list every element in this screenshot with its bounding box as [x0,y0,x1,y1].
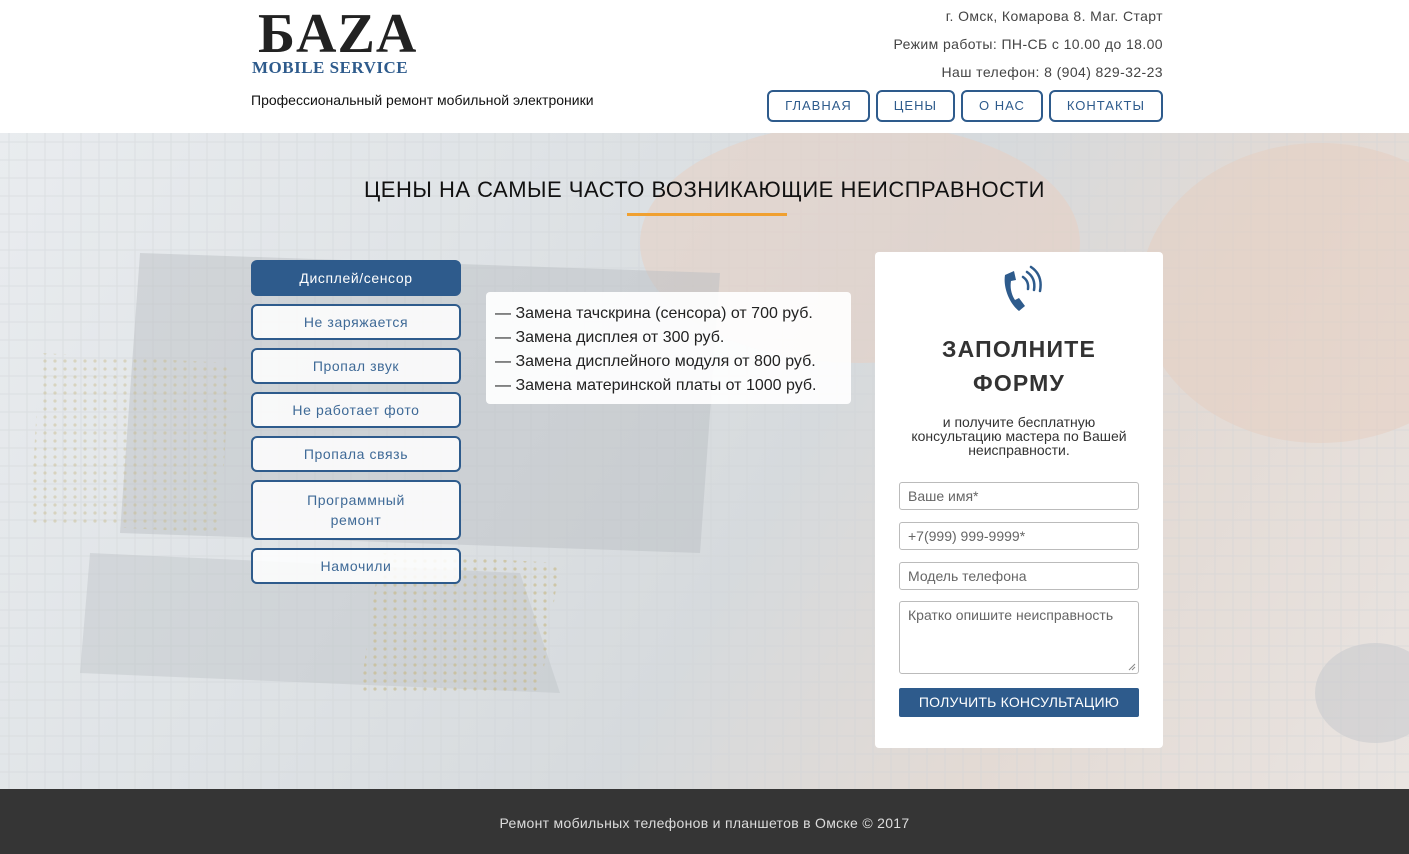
tab-not-charging[interactable]: Не заряжается [251,304,461,340]
consultation-form: ЗАПОЛНИТЕ ФОРМУ и получите бесплатную ко… [875,252,1163,748]
site-footer: Ремонт мобильных телефонов и планшетов в… [0,789,1409,854]
price-item: — Замена тачскрина (сенсора) от 700 руб. [495,305,813,322]
price-item: — Замена материнской платы от 1000 руб. [495,377,817,394]
phone-text: Наш телефон: 8 (904) 829-32-23 [941,64,1163,80]
price-list: — Замена тачскрина (сенсора) от 700 руб.… [486,292,851,404]
footer-copyright: Ремонт мобильных телефонов и планшетов в… [499,815,910,831]
nav-home-button[interactable]: ГЛАВНАЯ [767,90,870,122]
model-input[interactable]: Модель телефона [899,562,1139,590]
tab-camera[interactable]: Не работает фото [251,392,461,428]
resize-grip-icon[interactable] [1128,663,1136,671]
tab-software-repair[interactable]: Программный ремонт [251,480,461,540]
tab-water-damage[interactable]: Намочили [251,548,461,584]
main-nav: ГЛАВНАЯ ЦЕНЫ О НАС КОНТАКТЫ [767,90,1163,122]
form-title: ЗАПОЛНИТЕ ФОРМУ [875,332,1163,400]
phone-ringing-icon [1004,265,1042,311]
address-text: г. Омск, Комарова 8. Маг. Старт [945,8,1163,24]
logo-wordmark: БAZA [258,3,418,65]
fault-tabs: Дисплей/сенсор Не заряжается Пропал звук… [251,260,461,592]
nav-prices-button[interactable]: ЦЕНЫ [875,90,955,122]
title-underline [627,213,787,216]
nav-contacts-button[interactable]: КОНТАКТЫ [1048,90,1163,122]
tab-display-sensor[interactable]: Дисплей/сенсор [251,260,461,296]
phone-input[interactable]: +7(999) 999-9999* [899,522,1139,550]
contact-info: г. Омск, Комарова 8. Маг. Старт Режим ра… [894,7,1164,91]
form-title-line2: ФОРМУ [972,370,1066,396]
tagline: Профессиональный ремонт мобильной электр… [251,92,594,108]
tab-no-sound[interactable]: Пропал звук [251,348,461,384]
price-item: — Замена дисплея от 300 руб. [495,329,725,346]
tab-no-signal[interactable]: Пропала связь [251,436,461,472]
price-item: — Замена дисплейного модуля от 800 руб. [495,353,816,370]
prices-section: ЦЕНЫ НА САМЫЕ ЧАСТО ВОЗНИКАЮЩИЕ НЕИСПРАВ… [0,133,1409,789]
name-input[interactable]: Ваше имя* [899,482,1139,510]
form-subtitle: и получите бесплатную консультацию масте… [911,414,1127,458]
issue-placeholder: Кратко опишите неисправность [908,607,1114,623]
logo[interactable]: БAZA MOBILE SERVICE [252,3,436,78]
nav-about-button[interactable]: О НАС [960,90,1043,122]
site-header: БAZA MOBILE SERVICE Профессиональный рем… [0,0,1409,133]
circuit-board-background [0,133,1409,789]
hours-text: Режим работы: ПН-СБ с 10.00 до 18.00 [893,36,1163,52]
issue-textarea[interactable]: Кратко опишите неисправность [899,601,1139,674]
section-title: ЦЕНЫ НА САМЫЕ ЧАСТО ВОЗНИКАЮЩИЕ НЕИСПРАВ… [364,177,1045,202]
form-title-line1: ЗАПОЛНИТЕ [941,336,1097,362]
logo-subtitle: MOBILE SERVICE [252,58,409,77]
submit-button[interactable]: ПОЛУЧИТЬ КОНСУЛЬТАЦИЮ [899,688,1139,717]
